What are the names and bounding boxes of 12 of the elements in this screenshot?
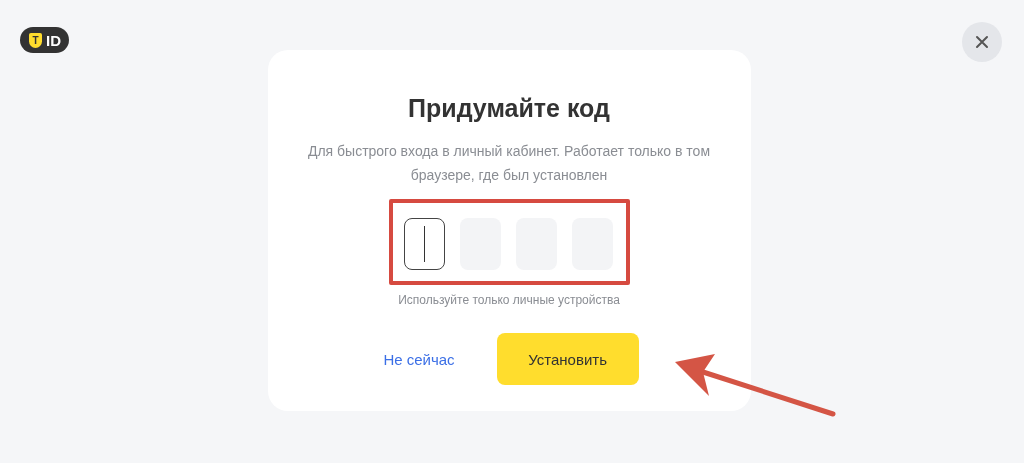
not-now-link[interactable]: Не сейчас: [379, 346, 459, 372]
logo-text: ID: [46, 31, 61, 49]
text-cursor: [423, 226, 425, 262]
logo[interactable]: T ID: [20, 27, 69, 53]
set-button[interactable]: Установить: [496, 333, 639, 385]
dialog-title: Придумайте код: [408, 94, 610, 123]
close-icon: [975, 35, 989, 49]
dialog-description: Для быстрого входа в личный кабинет. Работает только в том браузере, где был установлен: [306, 142, 712, 185]
close-button[interactable]: [962, 22, 1002, 62]
code-field[interactable]: [403, 218, 445, 270]
hint-text: Используйте только личные устройства: [398, 293, 620, 307]
shield-logo-icon: T: [29, 32, 42, 48]
